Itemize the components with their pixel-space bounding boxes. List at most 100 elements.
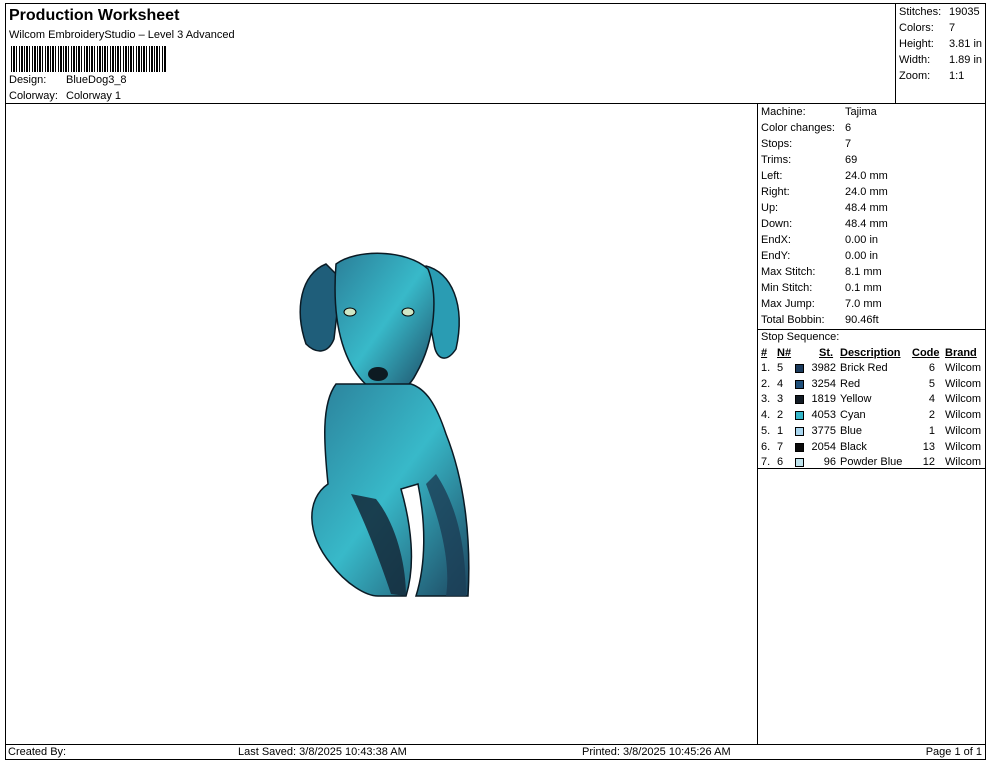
col-header-code: Code bbox=[912, 347, 940, 359]
stop-sequence-title: Stop Sequence: bbox=[761, 331, 840, 343]
barcode bbox=[11, 46, 166, 72]
summary-colors-label: Colors: bbox=[899, 22, 934, 34]
seq-row-code: 4 bbox=[928, 393, 935, 406]
seq-row-description: Powder Blue bbox=[840, 456, 903, 469]
seq-row-code: 6 bbox=[928, 362, 935, 374]
seq-row-n: 1 bbox=[777, 424, 784, 437]
col-header-num: # bbox=[761, 347, 768, 359]
summary-width-label: Width: bbox=[899, 54, 931, 66]
seq-row-num: 7. bbox=[761, 456, 771, 469]
seq-row-code: 12 bbox=[922, 456, 935, 469]
col-header-st: St. bbox=[819, 347, 834, 359]
page-number: Page 1 of 1 bbox=[925, 746, 982, 758]
color-swatch bbox=[795, 379, 804, 389]
seq-row-n: 6 bbox=[777, 456, 784, 469]
seq-row-num: 6. bbox=[761, 440, 771, 453]
summary-width-value: 1.89 in bbox=[949, 54, 983, 66]
seq-row-stitches: 4053 bbox=[811, 409, 836, 422]
seq-row-n: 2 bbox=[777, 409, 784, 422]
seq-row-description: Red bbox=[840, 377, 861, 390]
seq-row-description: Brick Red bbox=[840, 362, 888, 374]
seq-row-description: Yellow bbox=[840, 393, 872, 406]
design-label: Design: bbox=[9, 74, 47, 86]
seq-row-n: 5 bbox=[777, 362, 784, 374]
summary-stitches-value: 19035 bbox=[949, 6, 980, 18]
endy-label: EndY: bbox=[761, 250, 791, 262]
machine-label: Machine: bbox=[761, 106, 806, 118]
summary-zoom-value: 1:1 bbox=[949, 70, 965, 82]
right-value: 24.0 mm bbox=[845, 186, 888, 198]
color-changes-label: Color changes: bbox=[761, 122, 835, 134]
seq-row-description: Black bbox=[840, 440, 867, 453]
seq-row-code: 1 bbox=[928, 424, 935, 437]
divider bbox=[758, 329, 985, 330]
seq-row-num: 1. bbox=[761, 362, 771, 374]
stops-value: 7 bbox=[845, 138, 852, 150]
seq-row-brand: Wilcom bbox=[945, 424, 982, 437]
seq-row-code: 2 bbox=[928, 409, 935, 422]
endx-label: EndX: bbox=[761, 234, 791, 246]
seq-row-n: 7 bbox=[777, 440, 784, 453]
min-stitch-value: 0.1 mm bbox=[845, 282, 882, 294]
colorway-value: Colorway 1 bbox=[66, 90, 122, 102]
seq-row-num: 4. bbox=[761, 409, 771, 422]
seq-row-brand: Wilcom bbox=[945, 409, 982, 422]
max-stitch-value: 8.1 mm bbox=[845, 266, 882, 278]
stops-label: Stops: bbox=[761, 138, 793, 150]
col-header-brand: Brand bbox=[945, 347, 977, 359]
page-title: Production Worksheet bbox=[9, 7, 180, 24]
header-panel: Production Worksheet Wilcom EmbroiderySt… bbox=[5, 3, 896, 104]
machine-value: Tajima bbox=[845, 106, 877, 118]
seq-row-n: 3 bbox=[777, 393, 784, 406]
down-label: Down: bbox=[761, 218, 793, 230]
color-swatch bbox=[795, 364, 804, 373]
seq-row-code: 5 bbox=[928, 377, 935, 390]
seq-row-num: 2. bbox=[761, 377, 771, 390]
total-bobbin-label: Total Bobbin: bbox=[761, 314, 825, 326]
seq-row-description: Cyan bbox=[840, 409, 866, 422]
seq-row-brand: Wilcom bbox=[945, 393, 982, 406]
seq-row-brand: Wilcom bbox=[945, 377, 982, 390]
seq-row-brand: Wilcom bbox=[945, 440, 982, 453]
seq-row-stitches: 96 bbox=[823, 456, 836, 469]
endy-value: 0.00 in bbox=[845, 250, 879, 262]
embroidery-dog-image bbox=[299, 252, 470, 597]
seq-row-brand: Wilcom bbox=[945, 362, 982, 374]
summary-height-value: 3.81 in bbox=[949, 38, 983, 50]
trims-label: Trims: bbox=[761, 154, 792, 166]
seq-row-description: Blue bbox=[840, 424, 863, 437]
color-swatch bbox=[795, 426, 804, 436]
seq-row-brand: Wilcom bbox=[945, 456, 982, 469]
col-header-desc: Description bbox=[840, 347, 901, 359]
summary-panel: Stitches: 19035 Colors: 7 Height: 3.81 i… bbox=[895, 3, 986, 104]
seq-row-stitches: 1819 bbox=[811, 393, 836, 406]
design-preview-panel bbox=[5, 103, 758, 745]
color-swatch bbox=[795, 411, 804, 421]
seq-row-num: 3. bbox=[761, 393, 771, 406]
up-label: Up: bbox=[761, 202, 779, 214]
seq-row-num: 5. bbox=[761, 424, 771, 437]
summary-height-label: Height: bbox=[899, 38, 934, 50]
seq-row-stitches: 3254 bbox=[811, 377, 836, 390]
seq-row-stitches: 3982 bbox=[811, 362, 836, 374]
summary-colors-value: 7 bbox=[949, 22, 956, 34]
seq-row-code: 13 bbox=[922, 440, 935, 453]
seq-row-stitches: 2054 bbox=[811, 440, 836, 453]
printed: Printed: 3/8/2025 10:45:26 AM bbox=[582, 746, 731, 758]
table-divider bbox=[758, 468, 985, 469]
color-swatch bbox=[795, 442, 804, 452]
endx-value: 0.00 in bbox=[845, 234, 879, 246]
created-by: Created By: bbox=[8, 746, 67, 758]
up-value: 48.4 mm bbox=[845, 202, 888, 214]
left-label: Left: bbox=[761, 170, 783, 182]
software-name: Wilcom EmbroideryStudio – Level 3 Advanc… bbox=[9, 29, 235, 41]
seq-row-stitches: 3775 bbox=[811, 424, 836, 437]
color-changes-value: 6 bbox=[845, 122, 852, 134]
max-jump-label: Max Jump: bbox=[761, 298, 815, 310]
footer-panel: Created By: Last Saved: 3/8/2025 10:43:3… bbox=[5, 744, 986, 760]
max-jump-value: 7.0 mm bbox=[845, 298, 882, 310]
left-value: 24.0 mm bbox=[845, 170, 888, 182]
seq-row-n: 4 bbox=[777, 377, 784, 390]
color-swatch bbox=[795, 458, 804, 468]
color-swatch bbox=[795, 395, 804, 405]
